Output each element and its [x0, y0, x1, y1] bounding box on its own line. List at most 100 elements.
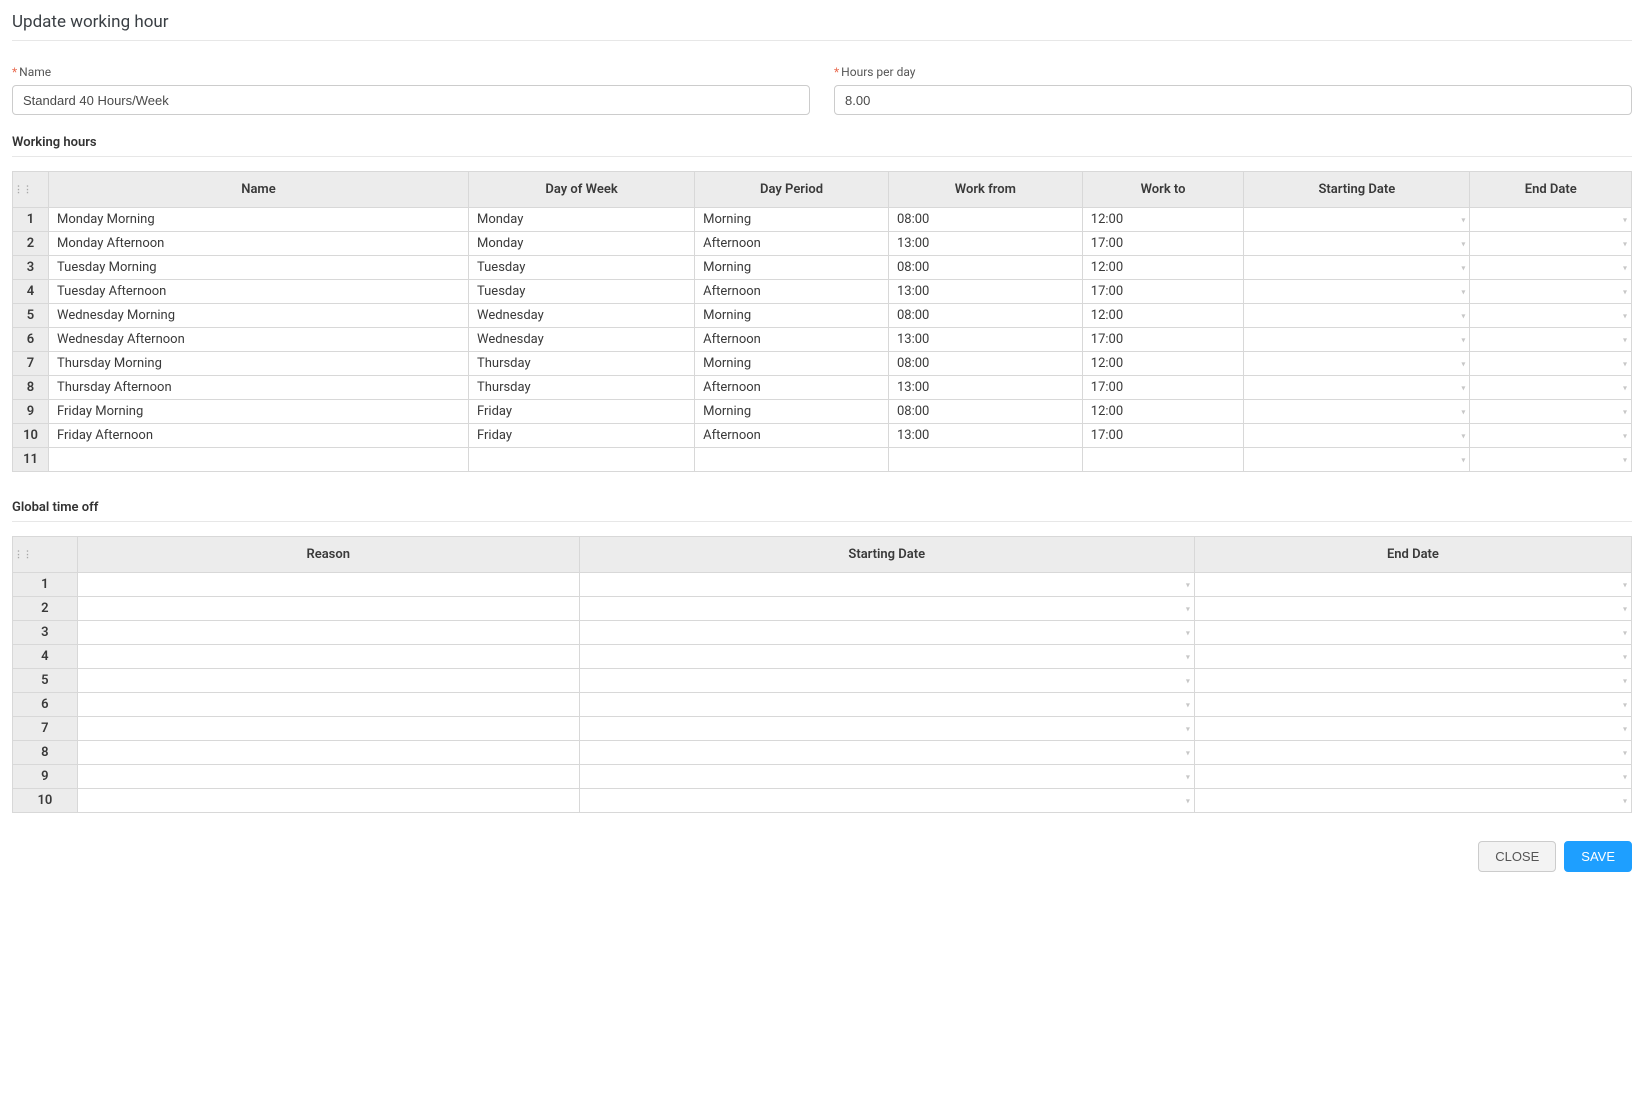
- cell-starting-date[interactable]: ▾: [579, 789, 1194, 813]
- hours-per-day-input[interactable]: [834, 85, 1632, 115]
- table-row[interactable]: 8Thursday AfternoonThursdayAfternoon13:0…: [13, 376, 1632, 400]
- cell-name[interactable]: [49, 448, 469, 472]
- cell-period[interactable]: Morning: [695, 400, 889, 424]
- cell-work-from[interactable]: [888, 448, 1082, 472]
- cell-reason[interactable]: [77, 621, 579, 645]
- cell-reason[interactable]: [77, 717, 579, 741]
- cell-starting-date[interactable]: ▾: [579, 717, 1194, 741]
- cell-starting-date[interactable]: ▾: [1244, 256, 1470, 280]
- table-row[interactable]: 6Wednesday AfternoonWednesdayAfternoon13…: [13, 328, 1632, 352]
- cell-work-from[interactable]: 13:00: [888, 328, 1082, 352]
- cell-day[interactable]: Monday: [468, 232, 694, 256]
- cell-starting-date[interactable]: ▾: [1244, 376, 1470, 400]
- cell-end-date[interactable]: ▾: [1470, 232, 1632, 256]
- cell-reason[interactable]: [77, 573, 579, 597]
- close-button[interactable]: CLOSE: [1478, 841, 1556, 872]
- cell-work-to[interactable]: 12:00: [1082, 304, 1244, 328]
- cell-end-date[interactable]: ▾: [1194, 597, 1631, 621]
- cell-end-date[interactable]: ▾: [1470, 448, 1632, 472]
- cell-end-date[interactable]: ▾: [1470, 208, 1632, 232]
- cell-period[interactable]: Afternoon: [695, 280, 889, 304]
- cell-period[interactable]: Afternoon: [695, 376, 889, 400]
- cell-end-date[interactable]: ▾: [1470, 352, 1632, 376]
- cell-work-to[interactable]: 17:00: [1082, 328, 1244, 352]
- table-row[interactable]: 7Thursday MorningThursdayMorning08:0012:…: [13, 352, 1632, 376]
- cell-reason[interactable]: [77, 669, 579, 693]
- cell-period[interactable]: Morning: [695, 304, 889, 328]
- table-row[interactable]: 4Tuesday AfternoonTuesdayAfternoon13:001…: [13, 280, 1632, 304]
- cell-name[interactable]: Monday Morning: [49, 208, 469, 232]
- cell-day[interactable]: Wednesday: [468, 328, 694, 352]
- table-row[interactable]: 5Wednesday MorningWednesdayMorning08:001…: [13, 304, 1632, 328]
- cell-period[interactable]: Morning: [695, 256, 889, 280]
- table-row[interactable]: 7▾▾: [13, 717, 1632, 741]
- cell-work-to[interactable]: 12:00: [1082, 256, 1244, 280]
- cell-period[interactable]: Afternoon: [695, 424, 889, 448]
- cell-starting-date[interactable]: ▾: [1244, 208, 1470, 232]
- cell-work-from[interactable]: 08:00: [888, 400, 1082, 424]
- cell-work-to[interactable]: 12:00: [1082, 208, 1244, 232]
- cell-day[interactable]: Monday: [468, 208, 694, 232]
- cell-name[interactable]: Thursday Morning: [49, 352, 469, 376]
- table-row[interactable]: 6▾▾: [13, 693, 1632, 717]
- cell-starting-date[interactable]: ▾: [1244, 424, 1470, 448]
- cell-reason[interactable]: [77, 765, 579, 789]
- cell-end-date[interactable]: ▾: [1194, 789, 1631, 813]
- cell-starting-date[interactable]: ▾: [579, 669, 1194, 693]
- cell-work-to[interactable]: [1082, 448, 1244, 472]
- cell-work-to[interactable]: 17:00: [1082, 376, 1244, 400]
- cell-starting-date[interactable]: ▾: [579, 597, 1194, 621]
- table-row[interactable]: 8▾▾: [13, 741, 1632, 765]
- cell-name[interactable]: Monday Afternoon: [49, 232, 469, 256]
- cell-starting-date[interactable]: ▾: [579, 693, 1194, 717]
- cell-name[interactable]: Friday Morning: [49, 400, 469, 424]
- cell-starting-date[interactable]: ▾: [579, 765, 1194, 789]
- cell-period[interactable]: Afternoon: [695, 328, 889, 352]
- table-row[interactable]: 3Tuesday MorningTuesdayMorning08:0012:00…: [13, 256, 1632, 280]
- cell-end-date[interactable]: ▾: [1194, 669, 1631, 693]
- table-row[interactable]: 10▾▾: [13, 789, 1632, 813]
- cell-work-from[interactable]: 13:00: [888, 232, 1082, 256]
- cell-period[interactable]: Afternoon: [695, 232, 889, 256]
- cell-day[interactable]: Thursday: [468, 352, 694, 376]
- cell-end-date[interactable]: ▾: [1470, 376, 1632, 400]
- col-end-date[interactable]: End Date: [1470, 172, 1632, 208]
- cell-period[interactable]: Morning: [695, 208, 889, 232]
- cell-end-date[interactable]: ▾: [1194, 693, 1631, 717]
- cell-starting-date[interactable]: ▾: [1244, 400, 1470, 424]
- cell-reason[interactable]: [77, 789, 579, 813]
- cell-day[interactable]: Friday: [468, 424, 694, 448]
- col-work-to[interactable]: Work to: [1082, 172, 1244, 208]
- cell-starting-date[interactable]: ▾: [1244, 448, 1470, 472]
- cell-starting-date[interactable]: ▾: [579, 573, 1194, 597]
- cell-starting-date[interactable]: ▾: [1244, 304, 1470, 328]
- cell-starting-date[interactable]: ▾: [1244, 328, 1470, 352]
- cell-day[interactable]: Tuesday: [468, 280, 694, 304]
- table-row[interactable]: 4▾▾: [13, 645, 1632, 669]
- cell-work-from[interactable]: 08:00: [888, 304, 1082, 328]
- cell-end-date[interactable]: ▾: [1470, 304, 1632, 328]
- cell-starting-date[interactable]: ▾: [1244, 280, 1470, 304]
- cell-work-to[interactable]: 17:00: [1082, 280, 1244, 304]
- table-row[interactable]: 11▾▾: [13, 448, 1632, 472]
- cell-work-to[interactable]: 12:00: [1082, 400, 1244, 424]
- cell-reason[interactable]: [77, 693, 579, 717]
- name-input[interactable]: [12, 85, 810, 115]
- table-row[interactable]: 2▾▾: [13, 597, 1632, 621]
- cell-name[interactable]: Tuesday Morning: [49, 256, 469, 280]
- col-end-date[interactable]: End Date: [1194, 537, 1631, 573]
- cell-work-to[interactable]: 17:00: [1082, 232, 1244, 256]
- cell-work-from[interactable]: 13:00: [888, 376, 1082, 400]
- cell-work-from[interactable]: 13:00: [888, 424, 1082, 448]
- col-name[interactable]: Name: [49, 172, 469, 208]
- cell-end-date[interactable]: ▾: [1194, 573, 1631, 597]
- table-row[interactable]: 5▾▾: [13, 669, 1632, 693]
- cell-end-date[interactable]: ▾: [1194, 621, 1631, 645]
- cell-period[interactable]: Morning: [695, 352, 889, 376]
- cell-end-date[interactable]: ▾: [1470, 400, 1632, 424]
- cell-name[interactable]: Thursday Afternoon: [49, 376, 469, 400]
- cell-starting-date[interactable]: ▾: [1244, 232, 1470, 256]
- cell-starting-date[interactable]: ▾: [579, 621, 1194, 645]
- col-starting-date[interactable]: Starting Date: [1244, 172, 1470, 208]
- cell-end-date[interactable]: ▾: [1194, 765, 1631, 789]
